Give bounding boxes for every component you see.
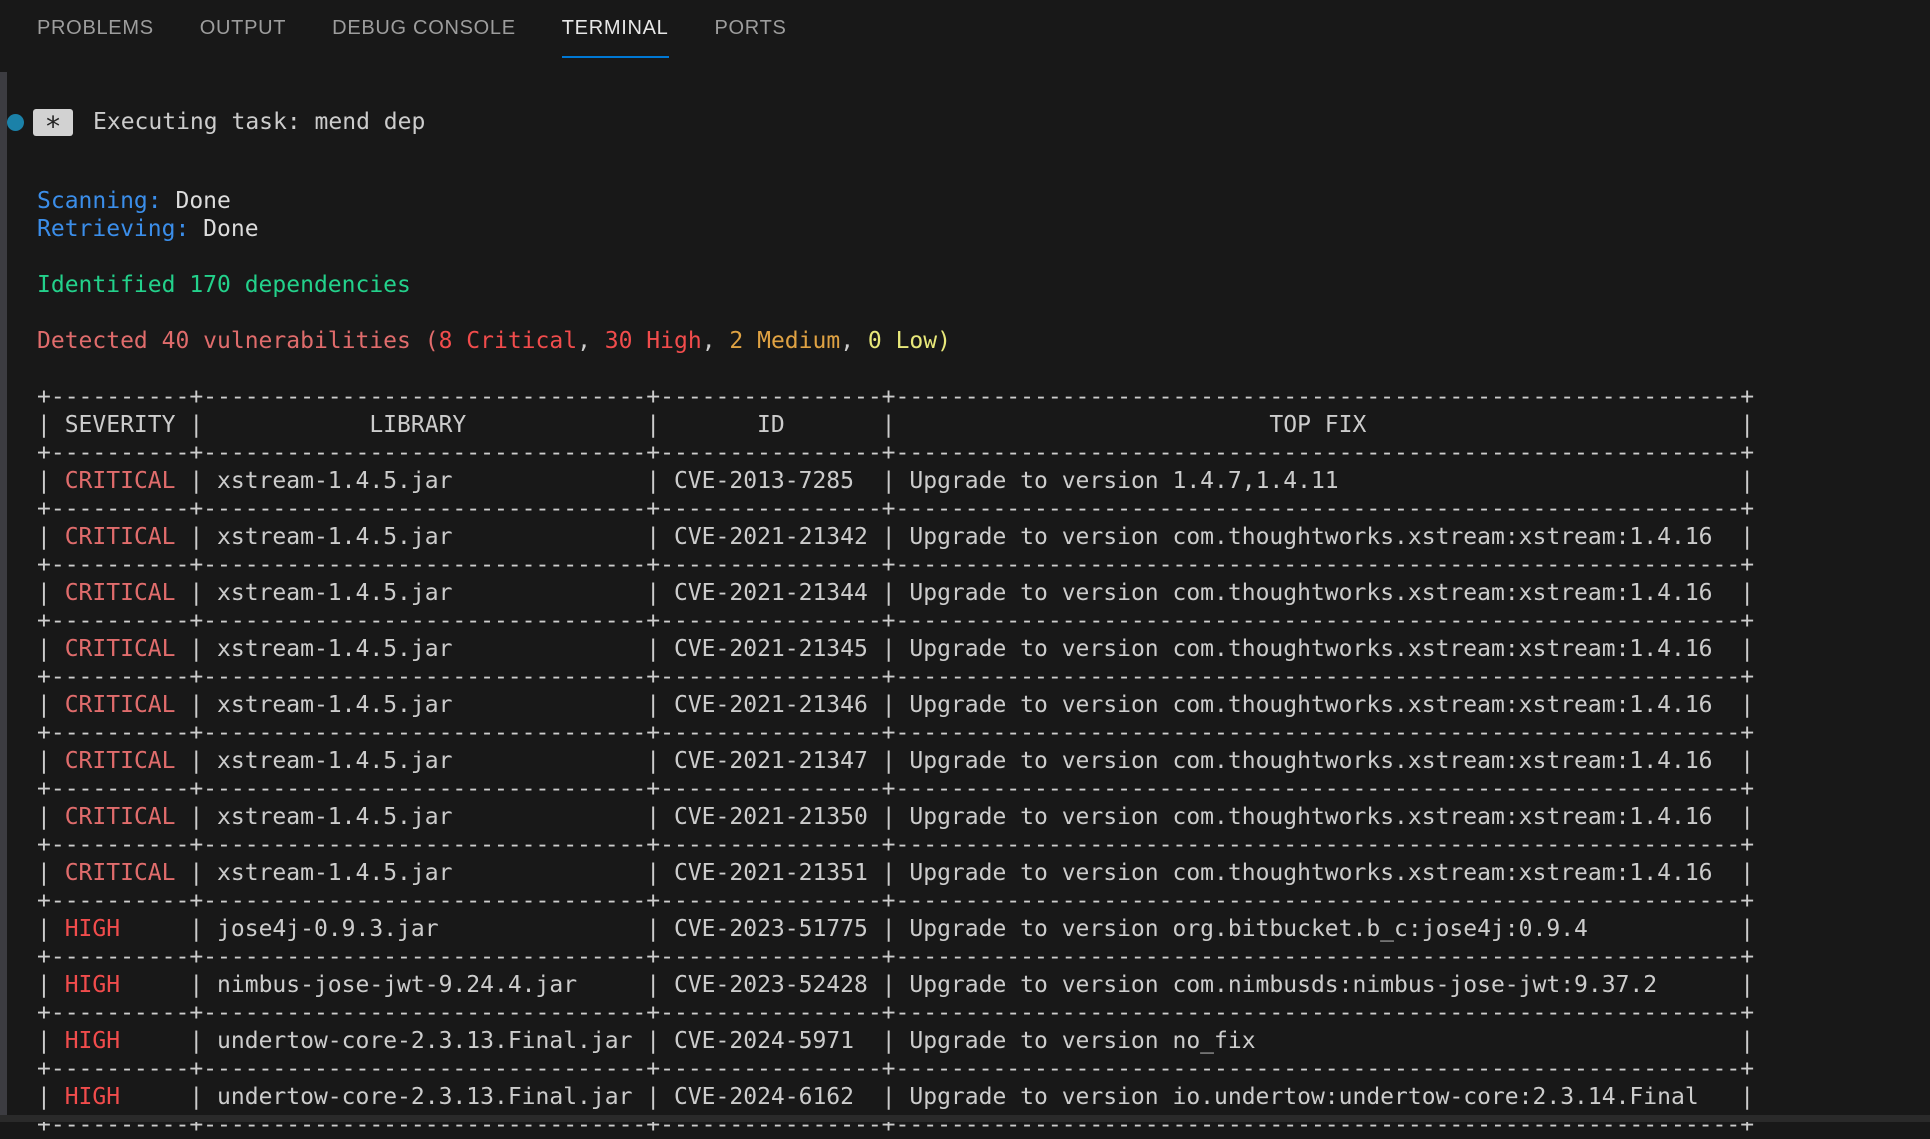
table-border: +----------+----------------------------… bbox=[37, 440, 1754, 466]
table-row: | CRITICAL | xstream-1.4.5.jar | CVE-202… bbox=[37, 580, 1754, 606]
table-border: +----------+----------------------------… bbox=[37, 496, 1754, 522]
table-border: +----------+----------------------------… bbox=[37, 1000, 1754, 1026]
task-text: Executing task: mend dep bbox=[93, 109, 425, 135]
table-border: +----------+----------------------------… bbox=[37, 1056, 1754, 1082]
table-border: +----------+----------------------------… bbox=[37, 664, 1754, 690]
table-border: +----------+----------------------------… bbox=[37, 944, 1754, 970]
table-row: | CRITICAL | xstream-1.4.5.jar | CVE-202… bbox=[37, 636, 1754, 662]
table-row: | CRITICAL | xstream-1.4.5.jar | CVE-201… bbox=[37, 468, 1754, 494]
command-decoration-dot-icon[interactable] bbox=[7, 114, 24, 131]
tab-output[interactable]: OUTPUT bbox=[200, 0, 286, 58]
table-border: +----------+----------------------------… bbox=[37, 720, 1754, 746]
terminal-panel: * Executing task: mend dep Scanning: Don… bbox=[0, 108, 1930, 1139]
table-border: +----------+----------------------------… bbox=[37, 832, 1754, 858]
table-border: +----------+----------------------------… bbox=[37, 608, 1754, 634]
table-border: +----------+----------------------------… bbox=[37, 776, 1754, 802]
table-row: | CRITICAL | xstream-1.4.5.jar | CVE-202… bbox=[37, 748, 1754, 774]
table-row: | CRITICAL | xstream-1.4.5.jar | CVE-202… bbox=[37, 692, 1754, 718]
table-row: | CRITICAL | xstream-1.4.5.jar | CVE-202… bbox=[37, 860, 1754, 886]
tab-debug-console[interactable]: DEBUG CONSOLE bbox=[332, 0, 516, 58]
task-icon-badge: * bbox=[33, 109, 73, 136]
table-border: +----------+----------------------------… bbox=[37, 384, 1754, 410]
table-row: | HIGH | nimbus-jose-jwt-9.24.4.jar | CV… bbox=[37, 972, 1754, 998]
asterisk-icon: * bbox=[45, 110, 62, 143]
table-border: +----------+----------------------------… bbox=[37, 888, 1754, 914]
table-row: | CRITICAL | xstream-1.4.5.jar | CVE-202… bbox=[37, 524, 1754, 550]
tab-ports[interactable]: PORTS bbox=[715, 0, 787, 58]
table-row: | HIGH | undertow-core-2.3.13.Final.jar … bbox=[37, 1028, 1754, 1054]
terminal-output: Scanning: Done Retrieving: Done Identifi… bbox=[37, 187, 1930, 1139]
identified-dependencies-line: Identified 170 dependencies bbox=[37, 272, 411, 298]
detected-vulnerabilities-line: Detected 40 vulnerabilities (8 Critical,… bbox=[37, 328, 951, 354]
table-row: | CRITICAL | xstream-1.4.5.jar | CVE-202… bbox=[37, 804, 1754, 830]
status-line-scanning: Scanning: Done bbox=[37, 188, 231, 214]
tab-problems[interactable]: PROBLEMS bbox=[37, 0, 154, 58]
table-header-row: | SEVERITY | LIBRARY | ID | TOP FIX | bbox=[37, 412, 1754, 438]
table-row: | HIGH | jose4j-0.9.3.jar | CVE-2023-517… bbox=[37, 916, 1754, 942]
task-execution-line: * Executing task: mend dep bbox=[0, 108, 1930, 136]
table-border: +----------+----------------------------… bbox=[37, 552, 1754, 578]
panel-tabbar: PROBLEMS OUTPUT DEBUG CONSOLE TERMINAL PORTS bbox=[0, 0, 1930, 58]
status-line-retrieving: Retrieving: Done bbox=[37, 216, 259, 242]
table-row: | HIGH | undertow-core-2.3.13.Final.jar … bbox=[37, 1084, 1754, 1110]
panel-bottom-edge bbox=[0, 1115, 1930, 1122]
tab-terminal[interactable]: TERMINAL bbox=[562, 0, 669, 58]
